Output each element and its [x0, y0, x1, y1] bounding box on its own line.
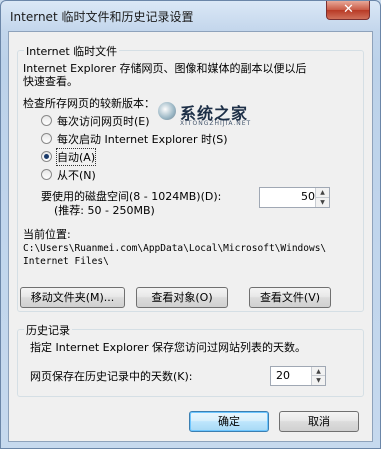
history-days-label: 网页保存在历史记录中的天数(K):	[30, 370, 193, 383]
radio-every-visit-label[interactable]: 每次访问网页时(E)	[57, 113, 150, 129]
close-button[interactable]: ✕	[326, 1, 370, 20]
disk-space-spin-arrows: ▲ ▼	[315, 188, 329, 207]
ok-button[interactable]: 确定	[189, 411, 269, 432]
watermark: 系统之家 XITONGZHIJIA.NET	[156, 98, 276, 138]
temp-files-group-title: Internet 临时文件	[24, 43, 120, 59]
history-group-title: 历史记录	[24, 322, 72, 338]
current-location-path-line2: Internet Files\	[23, 256, 109, 267]
view-files-button[interactable]: 查看文件(V)	[249, 287, 331, 308]
history-description: 指定 Internet Explorer 保存您访问过网站列表的天数。	[30, 341, 306, 354]
radio-every-start[interactable]	[41, 133, 52, 144]
spin-up-icon[interactable]: ▲	[312, 367, 325, 376]
disk-space-stepper[interactable]: 50 ▲ ▼	[259, 187, 330, 208]
cancel-button[interactable]: 取消	[279, 411, 359, 432]
close-icon: ✕	[343, 2, 354, 17]
radio-never-label[interactable]: 从不(N)	[57, 167, 96, 183]
current-location-label: 当前位置:	[23, 228, 71, 241]
watermark-subtext: XITONGZHIJIA.NET	[180, 120, 252, 127]
radio-automatic-label[interactable]: 自动(A)	[55, 148, 97, 166]
disk-space-hint: (推荐: 50 - 250MB)	[54, 204, 155, 217]
view-objects-button[interactable]: 查看对象(O)	[136, 287, 228, 308]
radio-every-visit[interactable]	[41, 115, 52, 126]
radio-automatic[interactable]	[41, 151, 52, 162]
temp-files-group: Internet 临时文件 Internet Explorer 存储网页、图像和…	[17, 43, 364, 312]
spin-down-icon[interactable]: ▼	[312, 376, 325, 385]
watermark-logo-icon	[158, 102, 176, 120]
dialog-client-area: Internet 临时文件 Internet Explorer 存储网页、图像和…	[8, 31, 373, 442]
radio-never[interactable]	[41, 169, 52, 180]
current-location-path-line1: C:\Users\Ruanmei.com\AppData\Local\Micro…	[23, 243, 327, 254]
spin-up-icon[interactable]: ▲	[316, 188, 329, 198]
move-folder-button[interactable]: 移动文件夹(M)...	[20, 287, 125, 308]
title-bar[interactable]: Internet 临时文件和历史记录设置 ✕	[1, 1, 380, 31]
history-days-spin-arrows: ▲ ▼	[311, 367, 325, 385]
check-newer-label: 检查所存网页的较新版本：	[23, 97, 155, 110]
window-title: Internet 临时文件和历史记录设置	[10, 10, 194, 24]
temp-files-description-line2: 快速查看。	[23, 75, 78, 88]
history-group: 历史记录 指定 Internet Explorer 保存您访问过网站列表的天数。…	[17, 322, 364, 397]
spin-down-icon[interactable]: ▼	[316, 198, 329, 208]
disk-space-value[interactable]: 50	[301, 190, 315, 203]
dialog-window: Internet 临时文件和历史记录设置 ✕ Internet 临时文件 Int…	[0, 0, 381, 449]
history-days-value[interactable]: 20	[276, 369, 290, 382]
history-days-stepper[interactable]: 20 ▲ ▼	[270, 366, 326, 386]
